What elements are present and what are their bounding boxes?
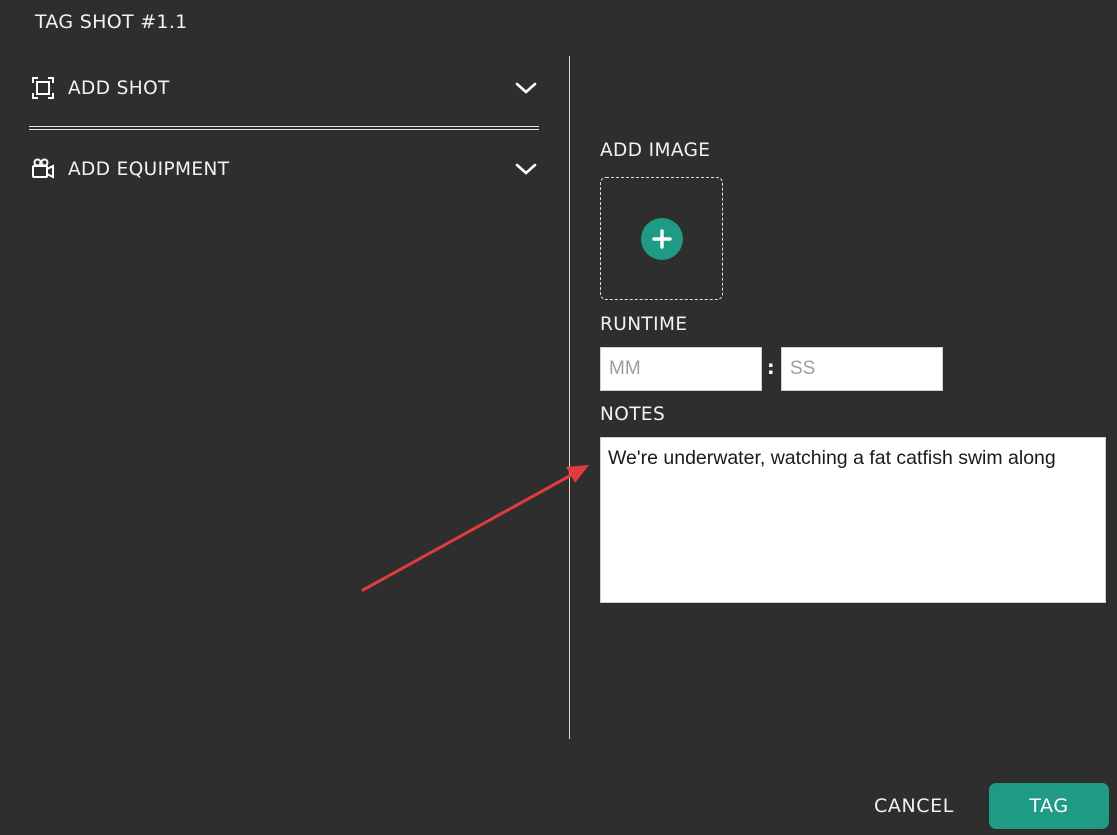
chevron-down-icon[interactable]	[513, 156, 539, 182]
add-image-button[interactable]	[640, 217, 683, 260]
panel-divider	[569, 56, 570, 739]
plus-icon	[651, 228, 672, 249]
add-equipment-accordion[interactable]: ADD EQUIPMENT	[30, 149, 539, 189]
notes-label: NOTES	[600, 404, 666, 425]
add-shot-label: ADD SHOT	[68, 77, 170, 99]
chevron-down-icon[interactable]	[513, 75, 539, 101]
dialog-title: TAG SHOT #1.1	[35, 11, 188, 33]
tag-button[interactable]: TAG	[989, 783, 1109, 829]
runtime-minutes-input[interactable]	[600, 347, 762, 391]
image-upload-dropzone[interactable]	[600, 177, 723, 300]
add-shot-accordion[interactable]: ADD SHOT	[30, 68, 539, 108]
add-image-label: ADD IMAGE	[600, 140, 711, 161]
add-equipment-label: ADD EQUIPMENT	[68, 158, 230, 180]
frame-icon	[30, 75, 56, 101]
runtime-separator: :	[767, 357, 775, 379]
runtime-seconds-input[interactable]	[781, 347, 943, 391]
cancel-button[interactable]: CANCEL	[860, 785, 968, 827]
video-camera-icon	[30, 156, 56, 182]
runtime-label: RUNTIME	[600, 314, 688, 335]
section-divider	[29, 126, 539, 130]
notes-textarea[interactable]	[600, 437, 1106, 603]
